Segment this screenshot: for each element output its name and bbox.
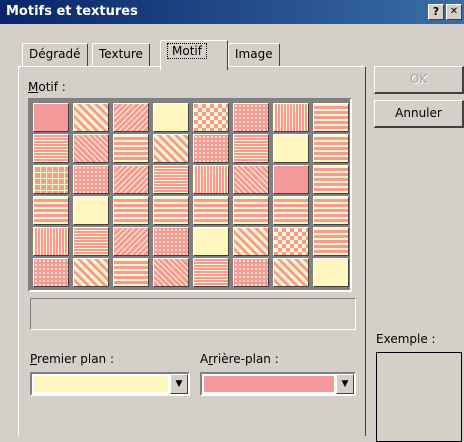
pattern-swatch[interactable] [273, 196, 309, 225]
pattern-swatch[interactable] [193, 196, 229, 225]
pattern-swatch[interactable] [233, 103, 269, 132]
help-button[interactable]: ? [428, 4, 444, 20]
pattern-swatch[interactable] [313, 227, 349, 256]
pattern-swatch[interactable] [113, 165, 149, 194]
pattern-swatch[interactable] [33, 258, 69, 287]
pattern-grid [28, 98, 352, 292]
pattern-swatch[interactable] [73, 227, 109, 256]
foreground-color-select[interactable]: ▼ [30, 372, 190, 396]
pattern-name-field [30, 298, 356, 330]
pattern-swatch[interactable] [233, 134, 269, 163]
tab-motif-label: Motif [167, 43, 207, 59]
foreground-color-swatch [34, 376, 168, 392]
tab-motif[interactable]: Motif [160, 40, 228, 70]
tab-degrade-label: Dégradé [29, 47, 81, 61]
tab-texture-label: Texture [99, 47, 143, 61]
chevron-down-icon[interactable]: ▼ [336, 374, 354, 394]
pattern-swatch[interactable] [273, 227, 309, 256]
pattern-swatch[interactable] [153, 258, 189, 287]
pattern-swatch[interactable] [233, 258, 269, 287]
pattern-swatch[interactable] [273, 258, 309, 287]
cancel-button[interactable]: Annuler [374, 100, 464, 128]
window-title: Motifs et textures [6, 4, 138, 19]
motif-label: Motif : [28, 80, 66, 94]
pattern-swatch[interactable] [73, 196, 109, 225]
pattern-swatch[interactable] [113, 258, 149, 287]
pattern-swatch[interactable] [273, 103, 309, 132]
pattern-swatch[interactable] [73, 165, 109, 194]
pattern-swatch[interactable] [233, 227, 269, 256]
pattern-swatch[interactable] [273, 165, 309, 194]
pattern-swatch[interactable] [113, 134, 149, 163]
tab-degrade[interactable]: Dégradé [22, 43, 88, 67]
pattern-swatch[interactable] [33, 165, 69, 194]
background-label: Arrière-plan : [200, 352, 279, 366]
pattern-swatch[interactable] [313, 258, 349, 287]
pattern-swatch[interactable] [113, 103, 149, 132]
pattern-swatch[interactable] [73, 103, 109, 132]
pattern-swatch[interactable] [313, 196, 349, 225]
pattern-swatch[interactable] [33, 134, 69, 163]
foreground-label: Premier plan : [30, 352, 115, 366]
motif-label-text: otif : [38, 80, 66, 94]
background-color-swatch [204, 376, 334, 392]
pattern-swatch[interactable] [193, 227, 229, 256]
pattern-swatch[interactable] [313, 103, 349, 132]
foreground-label-text: remier plan : [37, 352, 115, 366]
pattern-swatch[interactable] [73, 134, 109, 163]
pattern-swatch[interactable] [233, 165, 269, 194]
tab-texture[interactable]: Texture [92, 43, 150, 67]
chevron-down-icon[interactable]: ▼ [170, 374, 188, 394]
pattern-swatch[interactable] [153, 134, 189, 163]
pattern-swatch[interactable] [153, 165, 189, 194]
pattern-swatch[interactable] [73, 258, 109, 287]
tab-image-label: Image [235, 47, 273, 61]
pattern-swatch[interactable] [193, 165, 229, 194]
background-color-select[interactable]: ▼ [200, 372, 356, 396]
tab-image[interactable]: Image [228, 43, 280, 67]
pattern-swatch[interactable] [313, 165, 349, 194]
pattern-swatch[interactable] [273, 134, 309, 163]
pattern-swatch[interactable] [113, 227, 149, 256]
pattern-swatch[interactable] [153, 103, 189, 132]
sample-label: Exemple : [376, 332, 436, 346]
pattern-swatch[interactable] [313, 134, 349, 163]
pattern-swatch[interactable] [153, 196, 189, 225]
pattern-swatch[interactable] [193, 134, 229, 163]
pattern-swatch[interactable] [113, 196, 149, 225]
sample-preview [376, 352, 462, 442]
pattern-swatch[interactable] [33, 227, 69, 256]
pattern-swatch[interactable] [33, 196, 69, 225]
background-label-text: rière-plan : [212, 352, 279, 366]
ok-button[interactable]: OK [374, 66, 464, 94]
pattern-swatch[interactable] [233, 196, 269, 225]
close-button[interactable]: ✕ [446, 4, 462, 20]
title-bar: Motifs et textures ? ✕ [0, 0, 464, 24]
pattern-swatch[interactable] [193, 103, 229, 132]
pattern-swatch[interactable] [33, 103, 69, 132]
pattern-swatch[interactable] [153, 227, 189, 256]
pattern-swatch[interactable] [193, 258, 229, 287]
